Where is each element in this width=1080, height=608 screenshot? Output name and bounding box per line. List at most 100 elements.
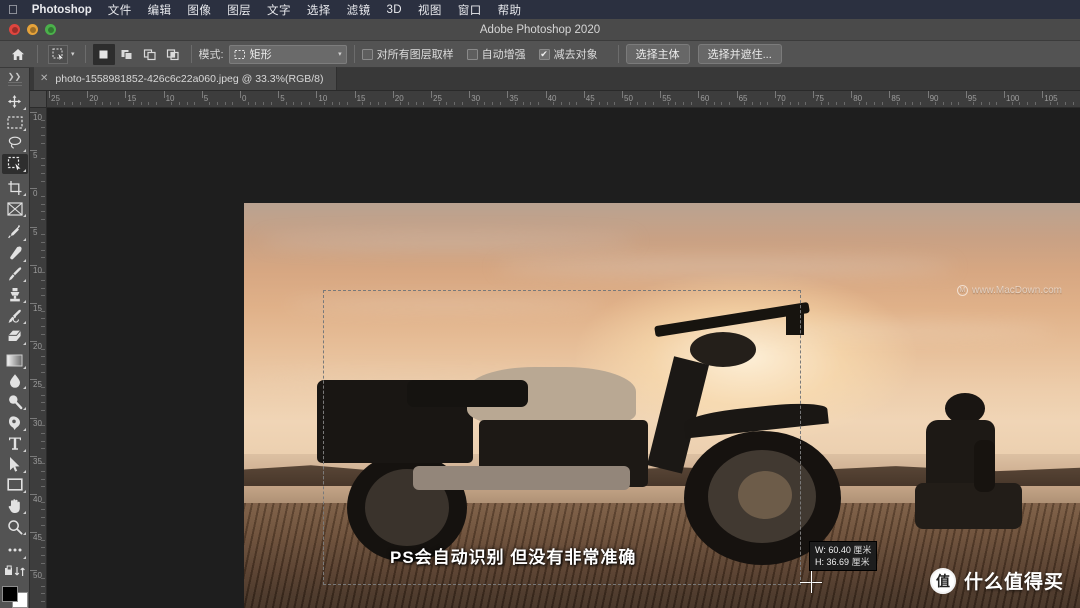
close-icon[interactable]: ✕ bbox=[40, 73, 48, 84]
headlight bbox=[690, 332, 757, 367]
move-tool[interactable] bbox=[2, 91, 28, 112]
ruler-minor-tick bbox=[591, 102, 593, 105]
chevron-down-icon[interactable]: ▾ bbox=[338, 50, 342, 58]
ruler-label: 50 bbox=[624, 94, 633, 103]
menu-item-view[interactable]: 视图 bbox=[418, 2, 442, 18]
horizontal-ruler[interactable]: 25 20 15 10 5 0 5 10 15 20 25 30 35 40 45 50 55 60 65 70 75 8… bbox=[30, 91, 1080, 108]
lasso-tool[interactable] bbox=[2, 133, 28, 154]
home-icon[interactable] bbox=[6, 44, 30, 64]
menu-item-file[interactable]: 文件 bbox=[108, 2, 132, 18]
dodge-tool[interactable] bbox=[2, 391, 28, 412]
menu-item-type[interactable]: 文字 bbox=[267, 2, 291, 18]
ruler-minor-tick bbox=[415, 102, 417, 105]
ruler-tick bbox=[201, 91, 203, 98]
ruler-minor-tick bbox=[41, 562, 45, 564]
tool-preset-picker[interactable]: ▾ bbox=[45, 44, 78, 65]
rectangular-marquee-tool[interactable] bbox=[2, 112, 28, 133]
ruler-minor-tick bbox=[973, 102, 975, 105]
path-selection-tool[interactable] bbox=[2, 454, 28, 475]
menu-item-edit[interactable]: 编辑 bbox=[148, 2, 172, 18]
rectangle-tool[interactable] bbox=[2, 475, 28, 496]
tooltip-width-unit: 厘米 bbox=[853, 545, 872, 555]
ruler-minor-tick bbox=[194, 102, 196, 105]
spot-healing-brush-tool[interactable] bbox=[2, 243, 28, 264]
mode-select[interactable]: 矩形 ▾ bbox=[228, 44, 347, 64]
color-swatches[interactable] bbox=[1, 585, 28, 608]
subtract-object-checkbox[interactable]: ✔ 减去对象 bbox=[538, 46, 598, 62]
ruler-minor-tick bbox=[171, 102, 173, 105]
ruler-tick bbox=[30, 226, 37, 228]
ruler-minor-tick bbox=[41, 585, 45, 587]
menu-item-help[interactable]: 帮助 bbox=[498, 2, 522, 18]
clone-stamp-tool[interactable] bbox=[2, 284, 28, 305]
ruler-minor-tick bbox=[41, 409, 45, 411]
ruler-minor-tick bbox=[41, 387, 45, 389]
canvas-area[interactable]: M www.MacDown.com PS会自动识别 但没有非常准确 W: 60.… bbox=[47, 108, 1080, 608]
document-tab-bar: ✕ photo-1558981852-426c6c22a060.jpeg @ 3… bbox=[0, 67, 1080, 91]
ruler-tick bbox=[813, 91, 814, 98]
quick-mask-toggle[interactable] bbox=[2, 561, 28, 582]
ruler-label: 10 bbox=[33, 265, 42, 275]
brush-tool[interactable] bbox=[2, 264, 28, 285]
document-image[interactable]: M www.MacDown.com bbox=[244, 203, 1080, 608]
palette-grip[interactable] bbox=[7, 82, 22, 89]
macdown-watermark-text: www.MacDown.com bbox=[971, 285, 1062, 296]
document-tab[interactable]: ✕ photo-1558981852-426c6c22a060.jpeg @ 3… bbox=[34, 67, 337, 90]
object-selection-tool[interactable] bbox=[1, 153, 28, 175]
mode-label: 模式: bbox=[198, 49, 224, 61]
menu-item-layer[interactable]: 图层 bbox=[227, 2, 251, 18]
hand-tool[interactable] bbox=[2, 495, 28, 516]
apple-logo-icon[interactable]:  bbox=[8, 3, 18, 16]
pen-tool[interactable] bbox=[2, 412, 28, 433]
menu-app-name[interactable]: Photoshop bbox=[32, 4, 92, 16]
type-tool[interactable] bbox=[2, 433, 28, 454]
ruler-minor-tick bbox=[41, 318, 45, 320]
ruler-minor-tick bbox=[41, 516, 45, 518]
ruler-minor-tick bbox=[988, 102, 990, 105]
chevron-down-icon[interactable]: ▾ bbox=[71, 50, 75, 58]
select-and-mask-button[interactable]: 选择并遮住... bbox=[697, 44, 782, 64]
ruler-minor-tick bbox=[492, 102, 494, 105]
ruler-minor-tick bbox=[41, 394, 45, 396]
ruler-minor-tick bbox=[41, 203, 45, 205]
zoom-tool[interactable] bbox=[2, 516, 28, 537]
add-to-selection-button[interactable] bbox=[116, 44, 138, 65]
blur-tool[interactable] bbox=[2, 371, 28, 392]
ruler-minor-tick bbox=[209, 102, 211, 105]
select-subject-button[interactable]: 选择主体 bbox=[625, 44, 690, 64]
edit-toolbar-button[interactable] bbox=[2, 540, 28, 561]
new-selection-button[interactable] bbox=[92, 43, 115, 65]
frame-tool[interactable] bbox=[2, 198, 28, 219]
subtract-from-selection-button[interactable] bbox=[139, 44, 161, 65]
gradient-tool[interactable] bbox=[2, 350, 28, 371]
menu-item-filter[interactable]: 滤镜 bbox=[347, 2, 371, 18]
ruler-minor-tick bbox=[41, 448, 45, 450]
site-logo-badge: 值 bbox=[929, 567, 956, 594]
auto-enhance-label: 自动增强 bbox=[481, 49, 526, 61]
intersect-selection-button[interactable] bbox=[162, 44, 184, 65]
ruler-tick bbox=[30, 150, 37, 152]
vertical-ruler[interactable]: 10 5 0 5 10 15 20 25 30 35 40 45 50 bbox=[30, 108, 47, 608]
eraser-tool[interactable] bbox=[2, 326, 28, 347]
ruler-minor-tick bbox=[759, 102, 761, 105]
eyedropper-tool[interactable] bbox=[2, 222, 28, 243]
menu-item-3d[interactable]: 3D bbox=[386, 4, 402, 16]
menu-item-image[interactable]: 图像 bbox=[187, 2, 211, 18]
ruler-label: 70 bbox=[776, 94, 786, 103]
menu-item-select[interactable]: 选择 bbox=[307, 2, 331, 18]
auto-enhance-checkbox[interactable]: 自动增强 bbox=[466, 46, 526, 62]
ruler-minor-tick bbox=[652, 102, 654, 105]
sample-all-layers-checkbox[interactable]: 对所有图层取样 bbox=[361, 46, 454, 62]
ruler-minor-tick bbox=[728, 102, 730, 105]
collapse-panel-icon[interactable]: ❯❯ bbox=[0, 70, 30, 82]
ruler-minor-tick bbox=[41, 241, 45, 243]
ruler-label: 5 bbox=[203, 94, 209, 103]
history-brush-tool[interactable] bbox=[2, 305, 28, 326]
ruler-minor-tick bbox=[904, 102, 906, 105]
crop-tool[interactable] bbox=[2, 177, 28, 198]
ruler-label: 85 bbox=[891, 94, 901, 103]
menu-item-window[interactable]: 窗口 bbox=[458, 2, 482, 18]
ruler-minor-tick bbox=[224, 102, 226, 105]
foreground-color-swatch[interactable] bbox=[1, 585, 18, 602]
ruler-minor-tick bbox=[476, 102, 478, 105]
